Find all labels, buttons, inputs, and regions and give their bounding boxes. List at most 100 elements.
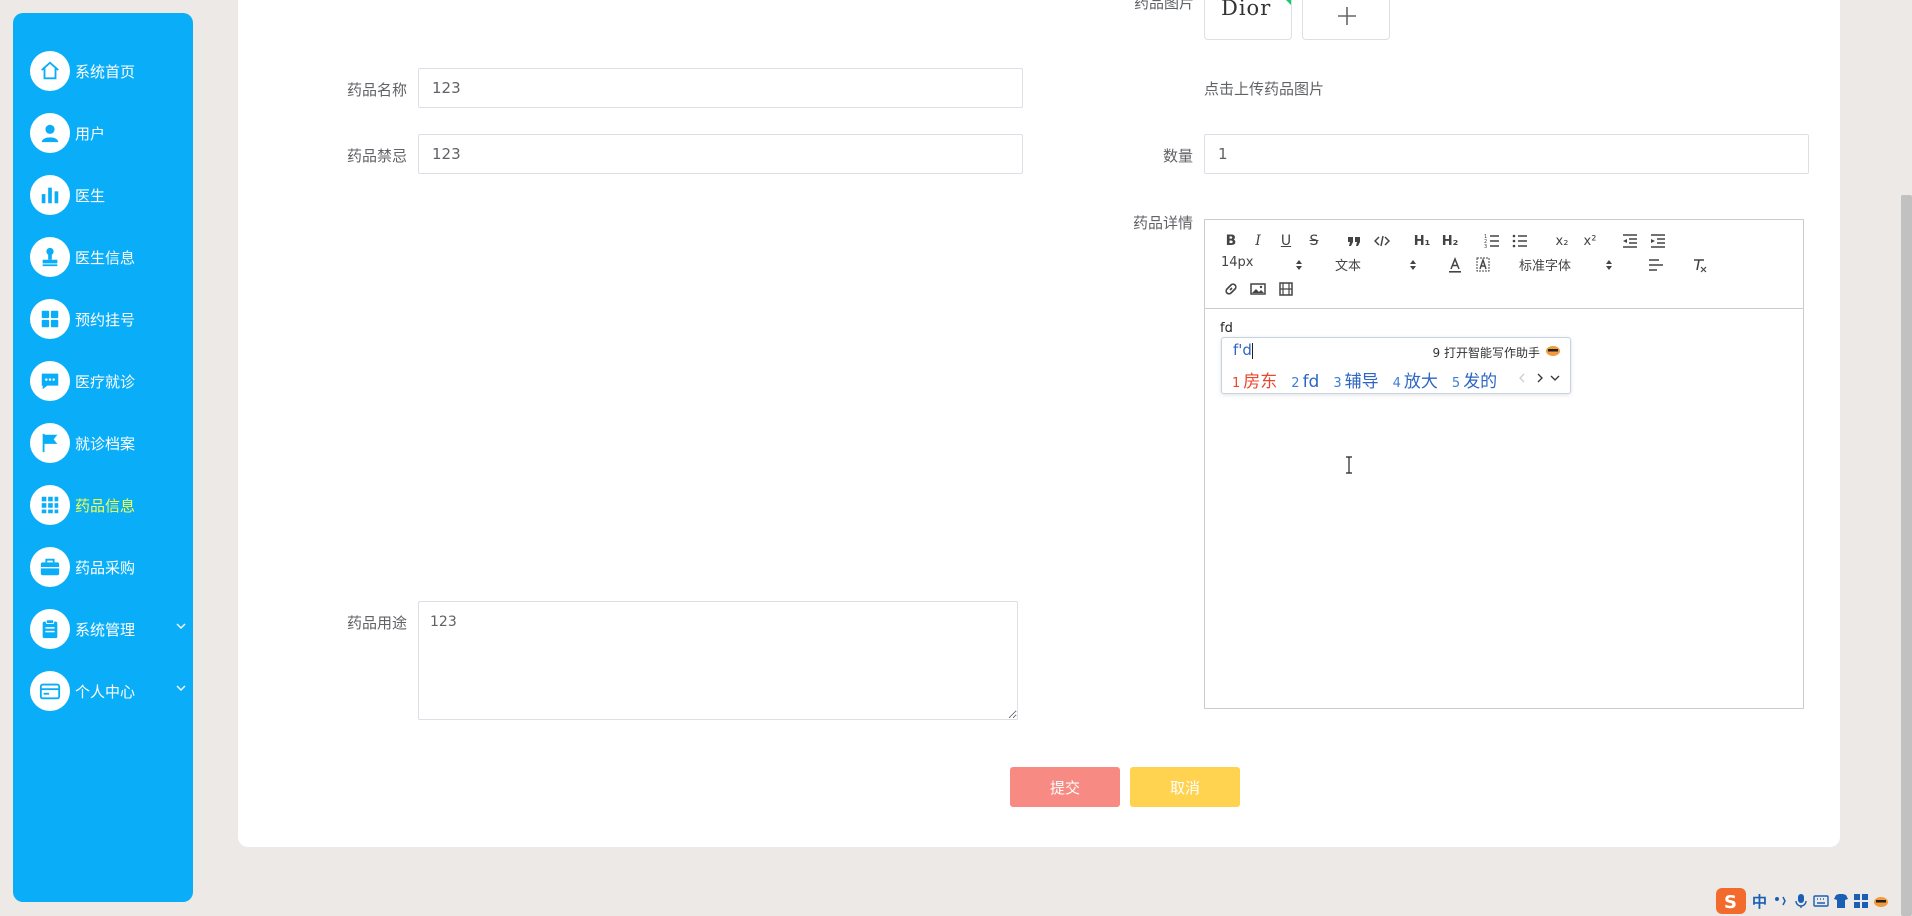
sidebar-item-system[interactable]: 系统管理 xyxy=(30,607,190,651)
header-select[interactable]: 文本 xyxy=(1335,255,1417,275)
h1-button[interactable]: H₁ xyxy=(1411,230,1433,252)
sidebar: 系统首页 用户 医生 医生信息 预约挂号 医疗就诊 就诊档案 药品信息 药品采购… xyxy=(13,13,193,902)
italic-button[interactable]: I xyxy=(1247,230,1269,252)
ime-caret xyxy=(1252,343,1253,359)
skin-icon[interactable] xyxy=(1833,893,1849,909)
blockquote-button[interactable] xyxy=(1343,230,1365,252)
usage-label: 药品用途 xyxy=(347,614,408,632)
microphone-icon[interactable] xyxy=(1793,893,1809,909)
sidebar-item-appointment[interactable]: 预约挂号 xyxy=(30,297,190,341)
font-color-button[interactable] xyxy=(1444,254,1466,276)
upload-success-mark xyxy=(1279,0,1291,5)
image-button[interactable] xyxy=(1247,278,1269,300)
select-arrows-icon xyxy=(1410,260,1416,270)
image-label: 药品图片 xyxy=(1134,0,1195,12)
video-button[interactable] xyxy=(1275,278,1297,300)
image-icon xyxy=(1250,283,1266,295)
indent-button[interactable] xyxy=(1647,230,1669,252)
medicine-image-thumbnail[interactable]: Dior xyxy=(1204,0,1292,40)
subscript-button[interactable]: x₂ xyxy=(1551,230,1573,252)
candidate-number: 4 xyxy=(1392,376,1401,391)
quantity-input[interactable] xyxy=(1204,134,1809,174)
name-label: 药品名称 xyxy=(347,81,408,99)
candidate-number: 5 xyxy=(1451,376,1461,391)
candidate-text: 放大 xyxy=(1403,372,1438,392)
sidebar-item-user[interactable]: 用户 xyxy=(30,111,190,155)
candidate-number: 1 xyxy=(1232,376,1241,391)
ordered-list-icon: 123 xyxy=(1484,234,1499,249)
bullet-list-button[interactable] xyxy=(1509,230,1531,252)
upload-image-button[interactable] xyxy=(1302,0,1390,40)
candidate-text: fd xyxy=(1302,372,1320,392)
editor-content[interactable]: fd xyxy=(1220,321,1233,336)
sidebar-item-doctor[interactable]: 医生 xyxy=(30,173,190,217)
mascot-icon[interactable] xyxy=(1873,894,1889,908)
submit-button[interactable]: 提交 xyxy=(1010,767,1120,807)
ime-page-nav[interactable] xyxy=(1518,370,1564,386)
sidebar-item-label: 系统管理 xyxy=(75,620,136,639)
superscript-button[interactable]: x² xyxy=(1579,230,1601,252)
page-scrollbar[interactable] xyxy=(1901,195,1912,916)
font-size-select[interactable]: 14px xyxy=(1221,255,1303,275)
ime-candidate[interactable]: 3 辅导 xyxy=(1333,367,1378,392)
user-icon xyxy=(30,113,70,153)
name-input[interactable] xyxy=(418,68,1023,108)
apps-icon xyxy=(30,485,70,525)
ime-candidate[interactable]: 5 发的 xyxy=(1452,367,1497,392)
sidebar-item-purchase[interactable]: 药品采购 xyxy=(30,545,190,589)
keyboard-icon[interactable] xyxy=(1813,893,1829,909)
strike-button[interactable]: S xyxy=(1303,230,1325,252)
indent-icon xyxy=(1651,234,1665,248)
code-icon xyxy=(1374,235,1390,247)
ime-candidate[interactable]: 2 fd xyxy=(1291,372,1319,392)
ime-assistant-link[interactable]: 9 打开智能写作助手 xyxy=(1433,344,1540,361)
sidebar-item-profile[interactable]: 个人中心 xyxy=(30,669,190,713)
sogou-logo-icon[interactable]: S xyxy=(1716,887,1746,915)
align-button[interactable] xyxy=(1645,254,1667,276)
underline-button[interactable]: U xyxy=(1275,230,1297,252)
ime-language-toggle[interactable]: 中 xyxy=(1752,891,1767,912)
link-button[interactable] xyxy=(1220,278,1242,300)
taboo-input[interactable] xyxy=(418,134,1023,174)
outdent-button[interactable] xyxy=(1619,230,1641,252)
code-block-button[interactable] xyxy=(1371,230,1393,252)
font-family-select[interactable]: 标准字体 xyxy=(1519,255,1613,275)
candidate-text: 辅导 xyxy=(1344,372,1379,392)
toolbox-icon[interactable] xyxy=(1853,893,1869,909)
sidebar-item-home[interactable]: 系统首页 xyxy=(30,49,190,93)
ime-composition: f'd xyxy=(1233,341,1252,359)
ime-candidate[interactable]: 4 放大 xyxy=(1393,367,1438,392)
punctuation-icon[interactable] xyxy=(1773,893,1789,909)
candidate-text: 发的 xyxy=(1463,372,1498,392)
sidebar-item-medicine-info[interactable]: 药品信息 xyxy=(30,483,190,527)
bold-button[interactable]: B xyxy=(1220,230,1242,252)
chat-icon xyxy=(30,361,70,401)
sidebar-item-label: 系统首页 xyxy=(75,62,136,81)
sogou-mascot-icon xyxy=(1546,346,1560,356)
font-family-value: 标准字体 xyxy=(1519,259,1572,274)
candidate-text: 房东 xyxy=(1243,372,1278,392)
sidebar-item-label: 个人中心 xyxy=(75,682,136,701)
flag-icon xyxy=(30,423,70,463)
sidebar-item-doctor-info[interactable]: 医生信息 xyxy=(30,235,190,279)
sidebar-item-label: 医疗就诊 xyxy=(75,372,136,391)
ime-candidate[interactable]: 1 房东 xyxy=(1232,367,1277,392)
ime-tray: S 中 xyxy=(1716,886,1912,916)
ime-candidate-window: f'd 9 打开智能写作助手 1 房东 2 fd 3 辅导 4 放大 5 发的 xyxy=(1221,337,1571,394)
quote-icon xyxy=(1348,237,1360,246)
chevron-down-icon xyxy=(176,685,186,691)
sidebar-item-treatment[interactable]: 医疗就诊 xyxy=(30,359,190,403)
clear-format-icon xyxy=(1694,259,1707,273)
candidate-number: 3 xyxy=(1333,376,1342,391)
ime-candidates: 1 房东 2 fd 3 辅导 4 放大 5 发的 xyxy=(1232,367,1511,392)
background-color-button[interactable] xyxy=(1472,254,1494,276)
select-arrows-icon xyxy=(1606,260,1612,270)
sidebar-item-records[interactable]: 就诊档案 xyxy=(30,421,190,465)
usage-textarea[interactable]: 123 xyxy=(418,601,1018,720)
outdent-icon xyxy=(1623,234,1637,248)
cancel-button[interactable]: 取消 xyxy=(1130,767,1240,807)
plus-icon xyxy=(1338,7,1356,25)
ordered-list-button[interactable]: 123 xyxy=(1481,230,1503,252)
h2-button[interactable]: H₂ xyxy=(1439,230,1461,252)
clear-format-button[interactable] xyxy=(1688,254,1710,276)
